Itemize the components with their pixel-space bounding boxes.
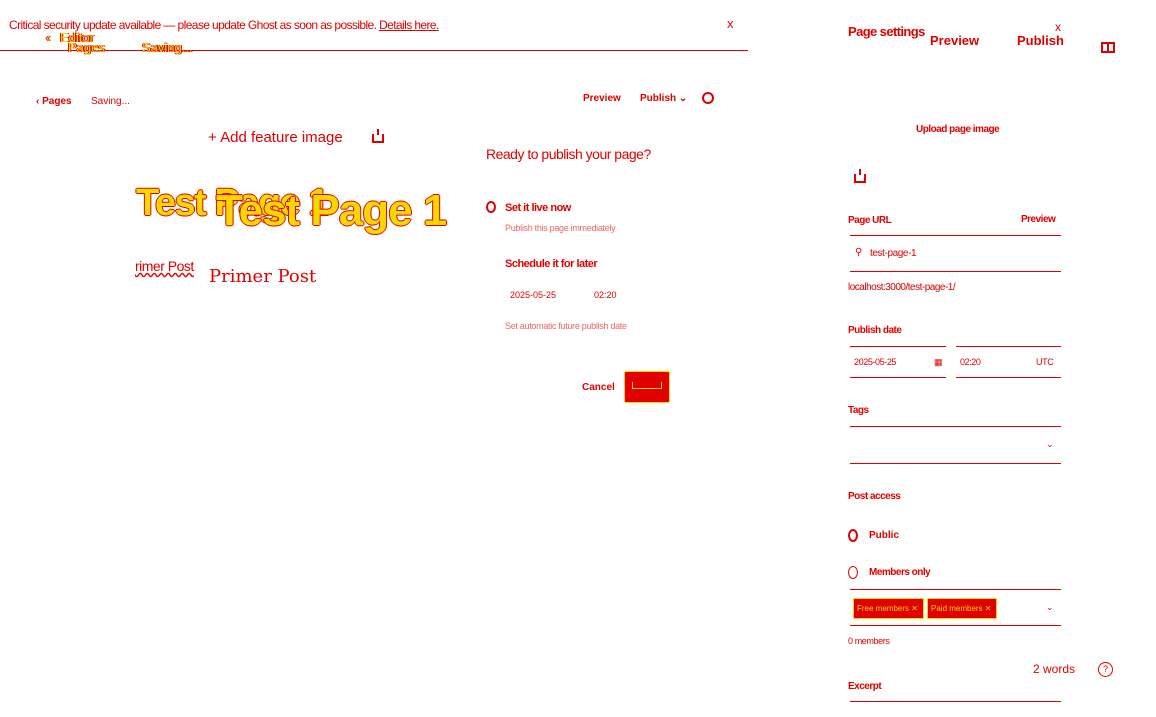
tiers-chevron-down-icon[interactable]: ⌄ [1046,602,1054,613]
calendar-icon[interactable]: ▦ [934,357,943,368]
tiers-select[interactable]: Free members ✕ Paid members ✕ ⌄ [850,589,1061,626]
members-count: 0 members [848,636,890,646]
tags-label: Tags [848,405,869,416]
members-only-radio[interactable] [848,566,858,579]
public-label[interactable]: Public [869,530,899,541]
page-settings-title: Page settings [848,24,925,39]
settings-preview-button[interactable]: Preview [930,33,979,48]
page-url-value[interactable]: test-page-1 [870,248,917,259]
publish-time-value: 02:20 [960,357,981,367]
ghost-saving-label: Saving... [142,40,193,55]
schedule-date-input[interactable]: 2025-05-25 [510,290,556,300]
tags-input[interactable]: ⌄ [850,426,1061,464]
excerpt-input[interactable] [850,701,1061,702]
excerpt-text[interactable]: Primer Post [209,266,316,287]
page-url-label: Page URL [848,215,892,226]
publish-dropdown-button[interactable]: Publish ⌄ [640,93,687,104]
publish-now-description: Publish this page immediately [505,223,616,233]
publish-confirm-button[interactable] [624,371,670,403]
preview-button[interactable]: Preview [583,93,621,104]
schedule-later-label[interactable]: Schedule it for later [505,258,598,270]
page-url-field[interactable]: ⚲ test-page-1 [850,235,1061,272]
timezone-label: UTC [1036,357,1054,367]
tier-chip-paid-label: Paid members [931,604,983,613]
saving-status: Saving... [91,96,130,107]
banner-close-icon[interactable]: x [727,16,734,31]
excerpt-label: Excerpt [848,681,882,692]
page-url-full: localhost:3000/test-page-1/ [848,282,956,293]
help-icon[interactable]: ? [1098,662,1113,677]
tier-chip-free[interactable]: Free members ✕ [853,598,924,619]
page-title-input[interactable]: Test Page 1 [216,186,447,236]
publish-date-input[interactable]: 2025-05-25 ▦ [850,346,946,378]
upload-icon[interactable] [372,129,384,143]
tier-chip-free-label: Free members [857,604,910,613]
publish-popover-title: Ready to publish your page? [486,146,651,162]
back-to-pages-link[interactable]: ‹ Pages [36,96,72,107]
public-radio[interactable] [848,529,858,542]
page-url-preview-link[interactable]: Preview [1021,214,1056,225]
upload-page-image-button[interactable]: Upload page image [916,124,1000,135]
publish-button-glyph [632,382,662,389]
publish-now-label[interactable]: Set it live now [505,202,571,214]
publish-time-input[interactable]: 02:20 UTC [956,346,1061,378]
banner-details-link[interactable]: Details here. [379,18,439,32]
ghost-back-chevron: ‹ [46,30,51,45]
sidebar-toggle-icon[interactable] [1101,42,1115,53]
tier-chip-paid[interactable]: Paid members ✕ [927,598,997,619]
excerpt-ghost: rimer Post [135,258,194,274]
post-access-label: Post access [848,491,901,502]
settings-gear-icon[interactable] [702,92,714,104]
schedule-description: Set automatic future publish date [505,321,627,331]
publish-date-label: Publish date [848,325,902,336]
publish-now-radio[interactable] [486,201,496,213]
tags-chevron-down-icon[interactable]: ⌄ [1046,439,1054,450]
publish-date-value: 2025-05-25 [854,357,897,367]
settings-publish-button[interactable]: Publish [1017,33,1064,48]
schedule-time-input[interactable]: 02:20 [594,290,617,300]
members-only-label[interactable]: Members only [869,567,931,578]
word-count: 2 words [1033,662,1076,676]
ghost-pages-label: Pages [68,40,105,55]
add-feature-image-button[interactable]: + Add feature image [208,129,343,146]
cancel-button[interactable]: Cancel [582,382,615,393]
link-icon: ⚲ [855,247,863,258]
settings-close-icon[interactable]: x [1055,20,1061,34]
image-upload-icon[interactable] [854,169,866,183]
